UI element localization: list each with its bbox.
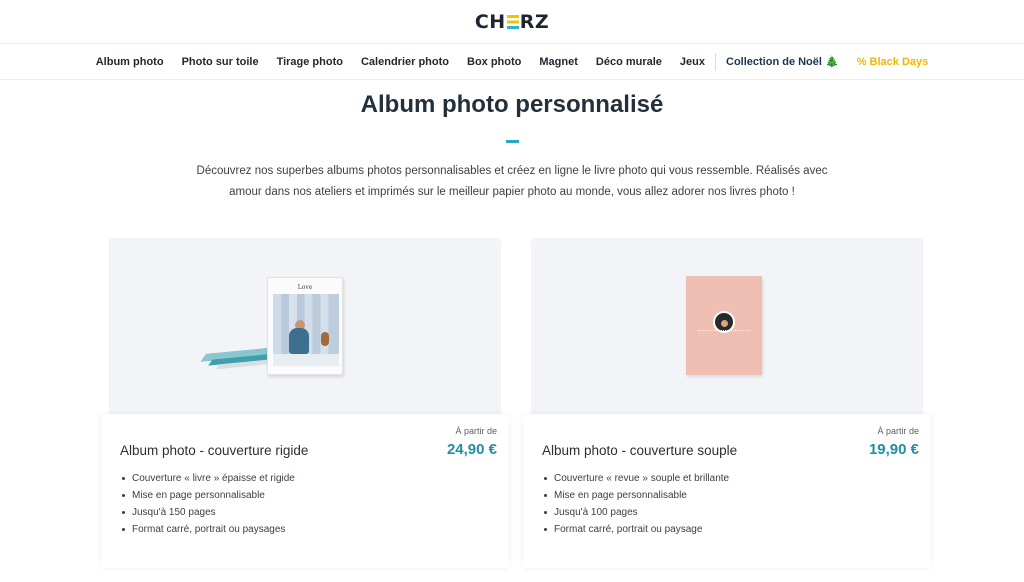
main-nav: Album photo Photo sur toile Tirage photo… — [0, 44, 1024, 80]
album-cover-photo — [273, 294, 339, 366]
feature-item: Mise en page personnalisable — [542, 487, 729, 504]
nav-tirage-photo[interactable]: Tirage photo — [277, 56, 343, 68]
nav-deco-murale[interactable]: Déco murale — [596, 56, 662, 68]
product-features: Couverture « livre » épaisse et rigide M… — [120, 470, 295, 538]
nav-jeux[interactable]: Jeux — [680, 56, 705, 68]
guitar — [321, 332, 329, 346]
person — [289, 328, 309, 354]
product-card-souple[interactable]: À partir de 19,90 € Album photo - couver… — [523, 238, 931, 568]
logo-suffix: RZ — [519, 10, 550, 33]
feature-item: Couverture « revue » souple et brillante — [542, 470, 729, 487]
nav-divider — [715, 52, 716, 71]
rigid-album-cover: Love — [267, 277, 343, 375]
nav-magnet[interactable]: Magnet — [539, 56, 578, 68]
title-underline — [506, 140, 519, 143]
soft-album-cover — [686, 276, 762, 375]
product-info-panel: À partir de 19,90 € Album photo - couver… — [523, 414, 931, 568]
price-from-label: À partir de — [877, 426, 919, 436]
nav-collection-noel[interactable]: Collection de Noël 🎄 — [726, 55, 839, 68]
feature-item: Format carré, portrait ou paysages — [120, 521, 295, 538]
logo-prefix: CH — [474, 10, 506, 33]
feature-item: Couverture « livre » épaisse et rigide — [120, 470, 295, 487]
product-price: 19,90 € — [868, 441, 919, 458]
feature-item: Jusqu'à 150 pages — [120, 504, 295, 521]
nav-photo-sur-toile[interactable]: Photo sur toile — [182, 56, 259, 68]
album-cover-title: Love — [297, 284, 313, 291]
cover-decoration — [698, 330, 750, 336]
cheerz-logo[interactable]: CH RZ — [475, 11, 549, 33]
nav-box-photo[interactable]: Box photo — [467, 56, 521, 68]
product-name[interactable]: Album photo - couverture souple — [542, 443, 737, 458]
feature-item: Mise en page personnalisable — [120, 487, 295, 504]
product-image-rigide[interactable]: Love — [109, 238, 501, 414]
feature-item: Format carré, portrait ou paysage — [542, 521, 729, 538]
page-intro: Découvrez nos superbes albums photos per… — [196, 165, 828, 198]
product-info-panel: À partir de 24,90 € Album photo - couver… — [101, 414, 509, 568]
product-card-rigide[interactable]: Love À partir de 24,90 € Album photo - c… — [101, 238, 509, 568]
price-from-label: À partir de — [455, 426, 497, 436]
page-title: Album photo personnalisé — [360, 91, 664, 118]
product-image-souple[interactable] — [531, 238, 923, 414]
feature-item: Jusqu'à 100 pages — [542, 504, 729, 521]
nav-album-photo[interactable]: Album photo — [96, 56, 164, 68]
product-price: 24,90 € — [446, 441, 497, 458]
nav-calendrier-photo[interactable]: Calendrier photo — [361, 56, 449, 68]
floor — [273, 354, 339, 366]
nav-black-days[interactable]: % Black Days — [857, 56, 929, 68]
face — [721, 320, 728, 327]
product-name[interactable]: Album photo - couverture rigide — [120, 443, 308, 458]
top-header: CH RZ — [0, 0, 1024, 44]
product-features: Couverture « revue » souple et brillante… — [542, 470, 729, 538]
logo-mark-icon — [506, 14, 519, 29]
